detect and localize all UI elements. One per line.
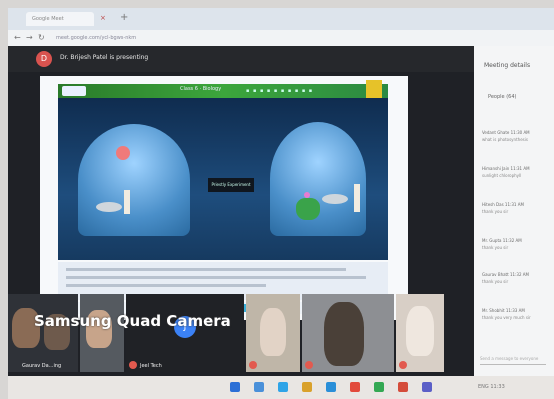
slide-header bbox=[58, 84, 388, 98]
plant-icon bbox=[296, 198, 320, 220]
mic-muted-icon bbox=[399, 361, 407, 369]
chat-text: thank you sir bbox=[482, 245, 509, 250]
participant-video bbox=[406, 306, 434, 356]
chat-text: thank you sir bbox=[482, 209, 509, 214]
slide-logo bbox=[62, 86, 86, 96]
meet-window: D Dr. Brijesh Patel is presenting Class … bbox=[8, 46, 554, 399]
chat-text: thank you very much sir bbox=[482, 315, 531, 320]
browser-tab[interactable]: Google Meet bbox=[26, 12, 94, 26]
search-icon[interactable] bbox=[230, 382, 240, 392]
mic-muted-icon bbox=[305, 361, 313, 369]
participant-tile[interactable] bbox=[246, 294, 300, 372]
chat-message: Hitesh Das 11:31 AM thank you sir bbox=[482, 202, 548, 214]
participant-name: Jeel Tech bbox=[140, 363, 162, 369]
address-bar: ← → ↻ meet.google.com/ycl-bgws-nkm bbox=[8, 30, 554, 46]
chat-sender: Mr. Gupta 11:32 AM bbox=[482, 238, 522, 243]
presenter-avatar: D bbox=[36, 51, 52, 67]
mouse-icon bbox=[96, 202, 122, 212]
chat-text: thank you sir bbox=[482, 279, 509, 284]
participant-name: Gaurav Da...ing bbox=[22, 363, 62, 369]
chat-message: Mr. Gupta 11:32 AM thank you sir bbox=[482, 238, 548, 250]
chat-message: Gaurav Bhatt 11:32 AM thank you sir bbox=[482, 272, 548, 284]
participant-tile[interactable]: Gaurav Da...ing bbox=[8, 294, 78, 372]
screen-photo: Google Meet × + ← → ↻ meet.google.com/yc… bbox=[0, 0, 554, 399]
bell-jar-right bbox=[270, 122, 366, 236]
tab-close-icon[interactable]: × bbox=[100, 14, 108, 22]
experiment-scene: Priestly Experiment bbox=[58, 98, 388, 260]
teams-icon[interactable] bbox=[422, 382, 432, 392]
presenting-bar: D Dr. Brijesh Patel is presenting bbox=[8, 46, 474, 72]
chat-sender: Vedant Ghate 11:30 AM bbox=[482, 130, 530, 135]
participant-tile[interactable] bbox=[80, 294, 124, 372]
browser-tab-bar: Google Meet × + bbox=[8, 8, 554, 30]
tab-title: Google Meet bbox=[32, 16, 64, 22]
mic-muted-icon bbox=[129, 361, 137, 369]
candle-icon bbox=[124, 190, 130, 214]
taskbar: ENG 11:33 bbox=[8, 376, 554, 399]
new-tab-button[interactable]: + bbox=[120, 12, 132, 24]
app-icon[interactable] bbox=[398, 382, 408, 392]
chat-message: Vedant Ghate 11:30 AM what is photosynth… bbox=[482, 130, 548, 142]
text-line bbox=[66, 268, 346, 271]
text-line bbox=[66, 276, 366, 279]
url-field[interactable]: meet.google.com/ycl-bgws-nkm bbox=[56, 33, 236, 43]
chat-sender: Gaurav Bhatt 11:32 AM bbox=[482, 272, 529, 277]
chrome-icon[interactable] bbox=[374, 382, 384, 392]
task-view-icon[interactable] bbox=[254, 382, 264, 392]
text-line bbox=[66, 284, 266, 287]
app-icon[interactable] bbox=[350, 382, 360, 392]
bell-jar-left bbox=[78, 124, 190, 236]
chat-text: what is photosynthesis bbox=[482, 137, 528, 142]
slide-nav-dots: ▪ ▪ ▪ ▪ ▪ ▪ ▪ ▪ ▪ ▪ bbox=[246, 88, 314, 94]
participant-tile[interactable] bbox=[302, 294, 394, 372]
candle-icon bbox=[354, 184, 360, 212]
panel-title: Meeting details bbox=[484, 62, 531, 69]
mail-icon[interactable] bbox=[326, 382, 336, 392]
experiment-label: Priestly Experiment bbox=[208, 178, 254, 192]
people-tab[interactable]: People (64) bbox=[488, 94, 516, 100]
participant-video bbox=[260, 308, 286, 356]
participant-tile[interactable]: J Jeel Tech bbox=[126, 294, 244, 372]
chat-message: Himanshi Jain 11:31 AM sunlight chloroph… bbox=[482, 166, 548, 178]
slide-title: Class 6 · Biology bbox=[180, 86, 222, 92]
chat-message: Mr. Shobhit 11:33 AM thank you very much… bbox=[482, 308, 548, 320]
edge-icon[interactable] bbox=[278, 382, 288, 392]
chat-sender: Himanshi Jain 11:31 AM bbox=[482, 166, 530, 171]
chat-panel: Meeting details People (64) Vedant Ghate… bbox=[474, 46, 554, 376]
flower-icon bbox=[304, 192, 310, 198]
forward-button[interactable]: → bbox=[26, 33, 35, 42]
reload-button[interactable]: ↻ bbox=[38, 33, 47, 42]
mic-muted-icon bbox=[249, 361, 257, 369]
camera-watermark: Samsung Quad Camera bbox=[34, 312, 231, 330]
presenting-label: Dr. Brijesh Patel is presenting bbox=[60, 54, 149, 61]
shared-screen: Class 6 · Biology ▪ ▪ ▪ ▪ ▪ ▪ ▪ ▪ ▪ ▪ Pr… bbox=[40, 76, 408, 330]
bulb-icon bbox=[116, 146, 130, 160]
folder-icon[interactable] bbox=[302, 382, 312, 392]
back-button[interactable]: ← bbox=[14, 33, 23, 42]
chat-sender: Hitesh Das 11:31 AM bbox=[482, 202, 524, 207]
mouse-icon bbox=[322, 194, 348, 204]
chat-text: sunlight chlorophyll bbox=[482, 173, 522, 178]
participant-video bbox=[324, 302, 364, 366]
chat-input[interactable]: Send a message to everyone bbox=[480, 354, 546, 365]
chat-sender: Mr. Shobhit 11:33 AM bbox=[482, 308, 525, 313]
system-tray[interactable]: ENG 11:33 bbox=[478, 384, 505, 390]
participant-tile[interactable] bbox=[396, 294, 444, 372]
